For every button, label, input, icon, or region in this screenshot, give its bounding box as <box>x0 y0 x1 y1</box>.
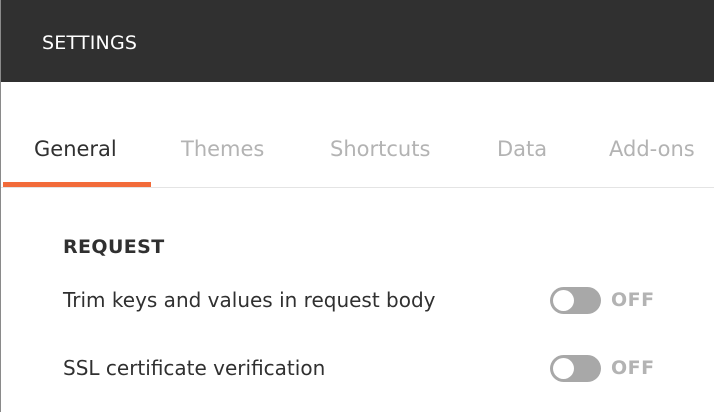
active-tab-indicator <box>3 182 151 187</box>
ssl-verification-toggle-state: OFF <box>611 357 655 379</box>
tab-themes[interactable]: Themes <box>181 134 264 164</box>
tab-shortcuts[interactable]: Shortcuts <box>330 134 430 164</box>
setting-row-ssl-verification: SSL certificate verification OFF <box>1 348 714 388</box>
trim-keys-toggle-state: OFF <box>611 289 655 311</box>
toggle-knob <box>553 290 574 311</box>
tab-general[interactable]: General <box>34 134 117 164</box>
trim-keys-toggle[interactable] <box>550 287 601 314</box>
setting-label-ssl-verification: SSL certificate verification <box>63 356 326 380</box>
settings-tab-bar: General Themes Shortcuts Data Add-ons <box>1 122 714 188</box>
toggle-knob <box>553 358 574 379</box>
window-title: SETTINGS <box>42 32 138 54</box>
ssl-verification-toggle[interactable] <box>550 355 601 382</box>
settings-titlebar: SETTINGS <box>1 0 714 82</box>
setting-row-trim-keys: Trim keys and values in request body OFF <box>1 280 714 320</box>
tab-data[interactable]: Data <box>497 134 547 164</box>
section-heading-request: REQUEST <box>63 236 165 258</box>
tab-add-ons[interactable]: Add-ons <box>609 134 695 164</box>
settings-window: SETTINGS General Themes Shortcuts Data A… <box>0 0 714 412</box>
setting-label-trim-keys: Trim keys and values in request body <box>63 288 436 312</box>
